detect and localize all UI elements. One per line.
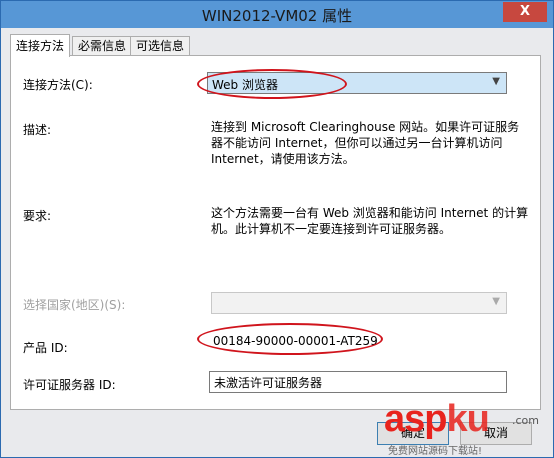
license-server-id-label: 许可证服务器 ID: — [23, 378, 116, 392]
requirements-label: 要求: — [23, 209, 52, 223]
window-title: WIN2012-VM02 属性 — [201, 7, 353, 25]
tab-connection-method[interactable]: 连接方法 — [10, 34, 71, 57]
description-label: 描述: — [23, 123, 52, 137]
tab-optional-info[interactable]: 可选信息 — [130, 36, 191, 56]
close-button[interactable]: X — [503, 2, 547, 22]
requirements-text: 这个方法需要一台有 Web 浏览器和能访问 Internet 的计算机。此计算机… — [211, 206, 529, 236]
watermark-logo: aspku — [384, 398, 490, 441]
watermark-brand-suffix: ku — [446, 398, 489, 440]
watermark-domain: .com — [512, 414, 539, 427]
tab-panel: 连接方法(C): Web 浏览器 ▼ 描述: 连接到 Microsoft Cle… — [10, 55, 541, 410]
close-icon: X — [519, 4, 531, 19]
chevron-down-icon: ▼ — [492, 296, 500, 307]
watermark-tagline: 免费网站源码下载站! — [388, 446, 483, 457]
license-server-id-field[interactable]: 未激活许可证服务器 — [209, 371, 507, 393]
chevron-down-icon: ▼ — [492, 76, 500, 87]
product-id-label: 产品 ID: — [23, 341, 68, 355]
properties-dialog: WIN2012-VM02 属性 X 连接方法 必需信息 可选信息 连接方法(C)… — [0, 0, 554, 458]
site-watermark: aspku .com 免费网站源码下载站! — [384, 398, 552, 457]
connection-method-dropdown[interactable]: Web 浏览器 ▼ — [207, 72, 507, 94]
tab-required-info[interactable]: 必需信息 — [72, 36, 133, 56]
country-label: 选择国家(地区)(S): — [23, 298, 126, 312]
title-bar[interactable]: WIN2012-VM02 属性 X — [1, 1, 553, 28]
watermark-brand: asp — [384, 398, 447, 440]
connection-method-label: 连接方法(C): — [23, 78, 93, 92]
country-dropdown[interactable]: ▼ — [211, 292, 507, 314]
connection-method-value: Web 浏览器 — [212, 78, 278, 92]
description-text: 连接到 Microsoft Clearinghouse 网站。如果许可证服务器不… — [211, 120, 520, 166]
product-id-value: 00184-90000-00001-AT259 — [213, 334, 378, 348]
